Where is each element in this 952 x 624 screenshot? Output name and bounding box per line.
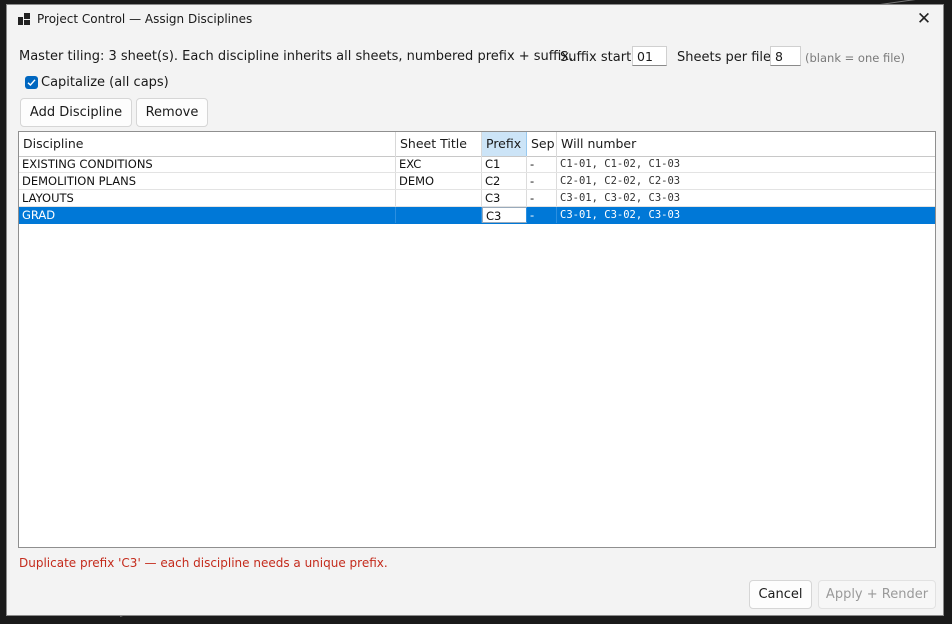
table-row[interactable]: DEMOLITION PLANS DEMO C2 - C2-01, C2-02,… <box>19 173 935 190</box>
validation-error: Duplicate prefix 'C3' — each discipline … <box>19 556 388 570</box>
cell-will-number: C3-01, C3-02, C3-03 <box>560 192 681 204</box>
close-button[interactable]: ✕ <box>905 5 943 35</box>
cell-sep[interactable]: - <box>527 207 557 223</box>
sheets-per-file-input[interactable] <box>770 46 801 66</box>
column-header-prefix[interactable]: Prefix <box>482 132 527 156</box>
table-row-selected[interactable]: GRAD C3 - C3-01, C3-02, C3-03 <box>19 207 935 224</box>
sheets-per-file-label: Sheets per file: <box>677 50 776 65</box>
cell-sep[interactable]: - <box>527 190 557 206</box>
column-header-sep[interactable]: Sep <box>527 132 557 156</box>
table-row[interactable]: EXISTING CONDITIONS EXC C1 - C1-01, C1-0… <box>19 156 935 173</box>
cell-discipline[interactable]: LAYOUTS <box>19 190 396 206</box>
capitalize-checkbox[interactable] <box>25 76 38 89</box>
cell-will-number: C3-01, C3-02, C3-03 <box>560 209 681 221</box>
cell-sep[interactable]: - <box>527 156 557 172</box>
capitalize-label: Capitalize (all caps) <box>41 75 169 90</box>
add-discipline-button[interactable]: Add Discipline <box>20 98 132 127</box>
cell-discipline[interactable]: EXISTING CONDITIONS <box>19 156 396 172</box>
cell-sheet-title[interactable]: DEMO <box>396 173 482 189</box>
cell-sheet-title[interactable]: EXC <box>396 156 482 172</box>
cell-sep[interactable]: - <box>527 173 557 189</box>
cell-discipline[interactable]: GRAD <box>19 207 396 223</box>
app-window-icon <box>18 13 30 25</box>
tiling-summary: Master tiling: 3 sheet(s). Each discipli… <box>19 49 574 64</box>
table-row[interactable]: LAYOUTS C3 - C3-01, C3-02, C3-03 <box>19 190 935 207</box>
cell-discipline[interactable]: DEMOLITION PLANS <box>19 173 396 189</box>
title-bar: Project Control — Assign Disciplines ✕ <box>7 5 943 35</box>
cell-prefix[interactable]: C2 <box>482 173 527 189</box>
column-header-discipline[interactable]: Discipline <box>19 132 396 156</box>
close-icon: ✕ <box>916 9 932 29</box>
suffix-start-input[interactable] <box>632 46 667 66</box>
checkmark-icon <box>27 79 36 86</box>
apply-render-button[interactable]: Apply + Render <box>818 580 936 609</box>
table-header: Discipline Sheet Title Prefix Sep Will n… <box>19 132 935 157</box>
window-title: Project Control — Assign Disciplines <box>37 12 253 26</box>
column-header-will-number[interactable]: Will number <box>557 132 935 156</box>
cell-sheet-title[interactable] <box>396 190 482 206</box>
suffix-start-label: Suffix start: <box>560 50 636 65</box>
cell-prefix[interactable]: C1 <box>482 156 527 172</box>
cell-sheet-title[interactable] <box>396 207 482 223</box>
cell-will-number: C2-01, C2-02, C2-03 <box>560 175 681 187</box>
dialog-window: Project Control — Assign Disciplines ✕ M… <box>6 4 944 616</box>
column-header-sheet-title[interactable]: Sheet Title <box>396 132 482 156</box>
disciplines-table: Discipline Sheet Title Prefix Sep Will n… <box>18 131 936 548</box>
cell-prefix-editor[interactable]: C3 <box>482 207 527 223</box>
sheets-per-file-hint: (blank = one file) <box>805 51 905 65</box>
cancel-button[interactable]: Cancel <box>749 580 812 609</box>
cell-prefix[interactable]: C3 <box>482 190 527 206</box>
cell-will-number: C1-01, C1-02, C1-03 <box>560 158 681 170</box>
remove-button[interactable]: Remove <box>136 98 208 127</box>
